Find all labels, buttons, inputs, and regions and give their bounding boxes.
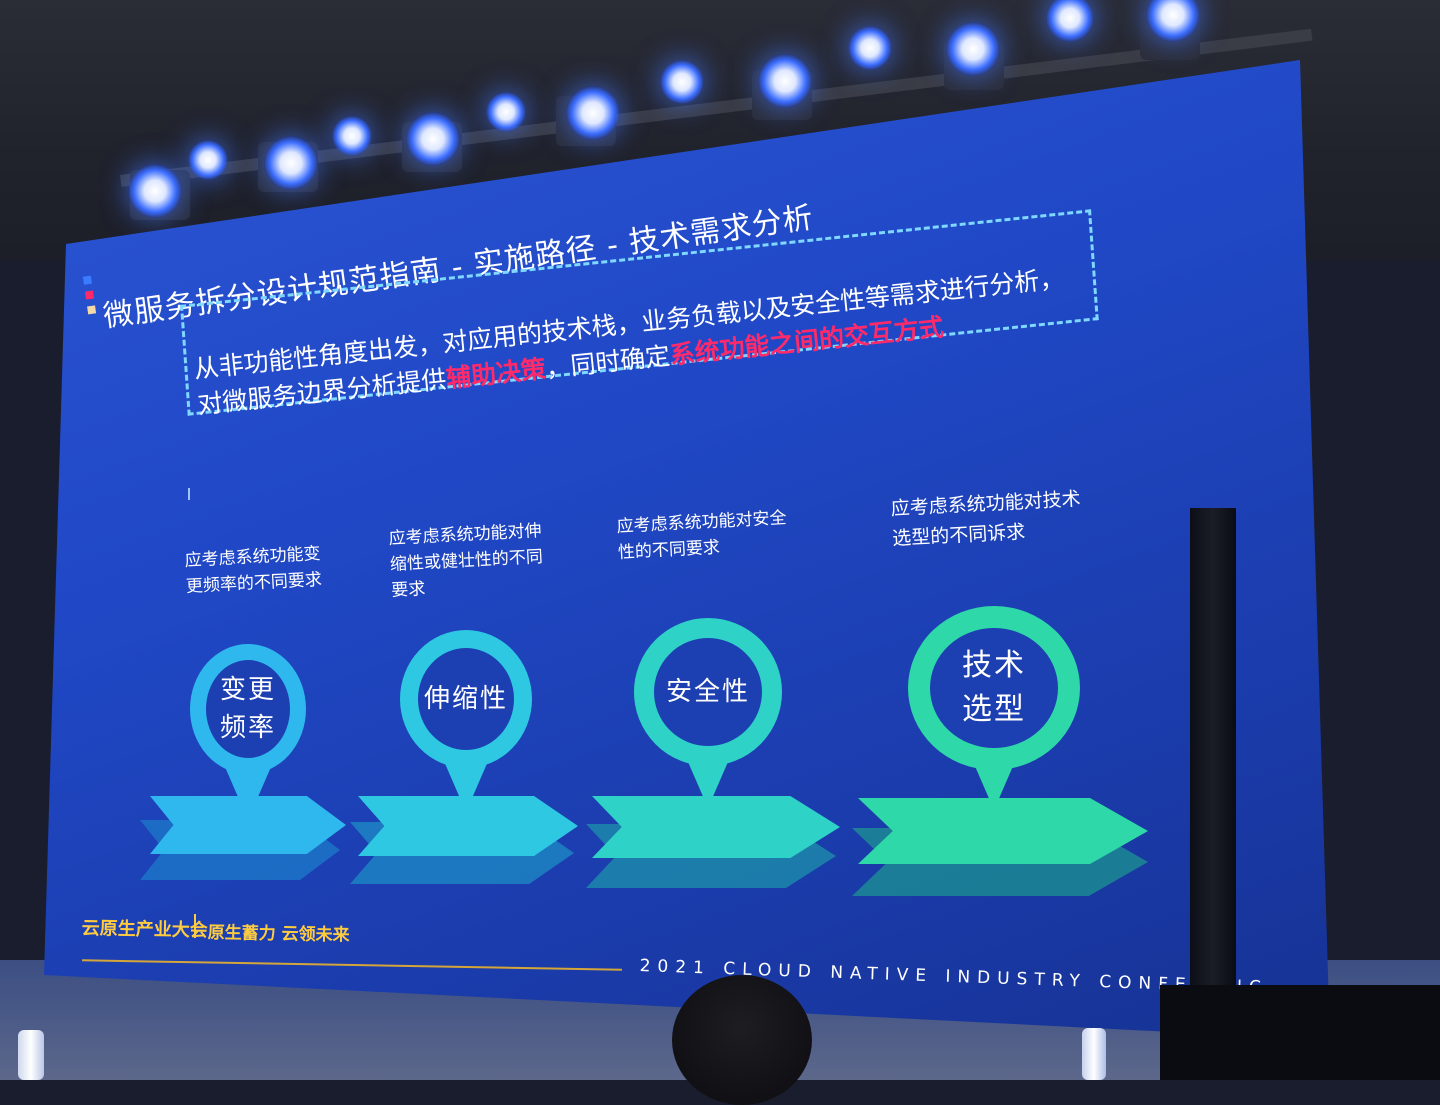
pin-label-line: 安全性: [665, 677, 750, 707]
stage-light: [566, 86, 620, 140]
pin-security: 安全性: [634, 618, 782, 766]
stage-light: [128, 164, 182, 218]
item-desc-security: 应考虑系统功能对安全性的不同要求: [616, 508, 787, 563]
pin-label: 安全性: [654, 638, 762, 746]
title-mark-blue: [82, 275, 92, 285]
stage-light: [188, 140, 228, 180]
footer-separator: [194, 914, 196, 938]
stage-light: [264, 136, 318, 190]
stage-light: [660, 60, 704, 104]
stage-light: [848, 26, 892, 70]
pin-label: 技术 选型: [930, 628, 1058, 748]
pin-label-line: 伸缩性: [423, 684, 508, 714]
item-desc-tech-selection: 应考虑系统功能对技术选型的不同诉求: [890, 488, 1082, 550]
pin-label: 伸缩性: [418, 648, 514, 750]
pin-label: 变更 频率: [206, 660, 290, 758]
stage-light: [486, 92, 526, 132]
pin-label-line: 频率: [219, 713, 276, 743]
item-desc-change-frequency: 应考虑系统功能变更频率的不同要求: [184, 543, 323, 597]
footer-slogan: 原生蓄力 云领未来: [207, 922, 350, 946]
title-mark-red: [84, 290, 95, 300]
title-mark-beige: [87, 305, 97, 315]
pin-label-line: 变更: [219, 675, 276, 705]
water-bottle: [18, 1030, 44, 1080]
water-bottle: [1082, 1028, 1106, 1080]
audience-head: [672, 975, 812, 1105]
pin-label-line: 选型: [962, 692, 1026, 727]
footer-brand: 云原生产业大会: [81, 917, 208, 942]
pin-tech-selection: 技术 选型: [908, 606, 1080, 770]
speaker-tower: [1190, 508, 1236, 1008]
text-cursor-mark: [188, 488, 190, 500]
stage-light: [758, 54, 812, 108]
item-desc-scalability: 应考虑系统功能对伸缩性或健壮性的不同要求: [388, 520, 544, 601]
pin-label-line: 技术: [962, 648, 1026, 683]
stage-light: [406, 112, 460, 166]
stage-light: [332, 116, 372, 156]
pin-scalability: 伸缩性: [400, 630, 532, 768]
stage-light: [946, 22, 1000, 76]
stage-equipment: [1160, 985, 1440, 1080]
highlight-decision-support: 辅助决策: [444, 354, 548, 394]
pin-change-frequency: 变更 频率: [190, 644, 306, 774]
